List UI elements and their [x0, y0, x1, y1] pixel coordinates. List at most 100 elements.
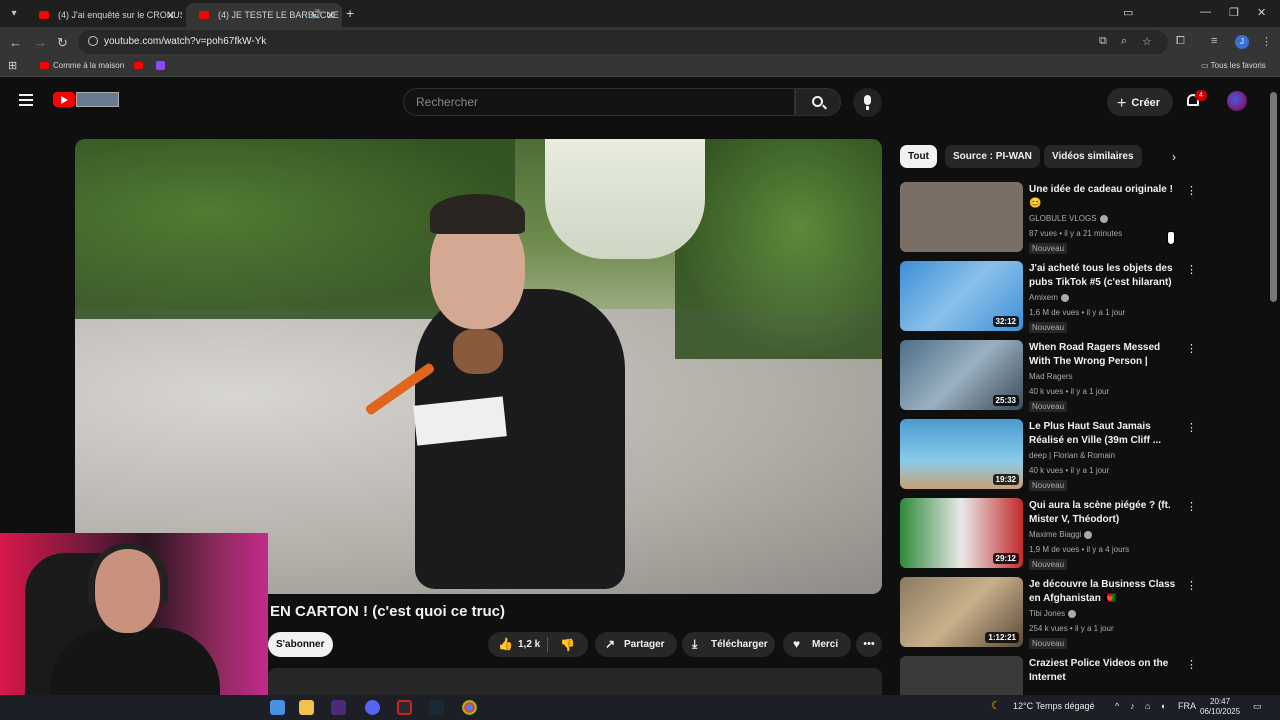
list-item[interactable]: Craziest Police Videos on the Internet ⋮ [900, 656, 1200, 695]
language-indicator[interactable]: FRA [1178, 701, 1196, 711]
list-item[interactable]: 1:12:21 Je découvre la Business Class en… [900, 577, 1200, 651]
zoom-icon[interactable]: ⌕ [1121, 35, 1127, 48]
share-button[interactable]: ↗ Partager [595, 632, 677, 657]
search-input[interactable]: Rechercher [403, 88, 795, 116]
address-bar[interactable]: youtube.com/watch?v=poh67fkW-Yk [78, 30, 1168, 54]
restore-icon[interactable]: ❐ [1229, 6, 1239, 19]
install-app-icon[interactable]: ⧉ [1099, 35, 1107, 48]
browser-tab-1[interactable]: (4) J'ai enquêté sur le CRONUS ✕ [26, 3, 182, 27]
avatar[interactable] [1227, 91, 1247, 111]
minimize-icon[interactable]: — [1200, 6, 1211, 18]
list-item[interactable]: 19:32 Le Plus Haut Saut Jamais Réalisé e… [900, 419, 1200, 493]
bookmark-item[interactable]: Comme à la maison [40, 61, 124, 70]
back-icon[interactable]: ← [9, 35, 22, 50]
close-tab-icon[interactable]: ✕ [166, 9, 176, 22]
clock[interactable]: 20:47 06/10/2025 [1200, 697, 1240, 717]
search-button[interactable] [795, 88, 841, 116]
chip-all[interactable]: Tout [900, 145, 937, 168]
weather-text[interactable]: 12°C Temps dégagé [1013, 701, 1095, 711]
chip-source[interactable]: Source : PI-WAN [945, 145, 1040, 168]
related-title[interactable]: Je découvre la Business Class en Afghani… [1029, 578, 1179, 606]
list-item[interactable]: 32:12 J'ai acheté tous les objets des pu… [900, 261, 1200, 335]
related-channel[interactable]: Amixem [1029, 293, 1069, 302]
forward-icon[interactable]: → [34, 35, 47, 50]
thanks-button[interactable]: ♥ Merci [783, 632, 851, 657]
reading-list-icon[interactable]: ≡ [1211, 35, 1217, 47]
tab-search-menu-icon[interactable]: ▾ [6, 6, 22, 22]
close-tab-icon[interactable]: ✕ [326, 9, 336, 22]
video-thumbnail[interactable]: 32:12 [900, 261, 1023, 331]
bookmark-star-icon[interactable]: ☆ [1142, 35, 1152, 48]
list-item[interactable]: 25:33 When Road Ragers Messed With The W… [900, 340, 1200, 414]
browser-menu-icon[interactable]: ⋮ [1261, 35, 1272, 48]
steam-icon[interactable] [429, 700, 444, 715]
related-title[interactable]: Craziest Police Videos on the Internet [1029, 657, 1179, 685]
task-view-icon[interactable] [270, 700, 285, 715]
related-title[interactable]: When Road Ragers Messed With The Wrong P… [1029, 341, 1179, 369]
related-channel[interactable]: deep | Florian & Romain [1029, 451, 1115, 460]
video-thumbnail[interactable]: 29:12 [900, 498, 1023, 568]
video-thumbnail[interactable] [900, 656, 1023, 695]
chip-similar[interactable]: Vidéos similaires [1044, 145, 1142, 168]
page-scrollbar[interactable] [1270, 92, 1277, 302]
related-title[interactable]: Le Plus Haut Saut Jamais Réalisé en Vill… [1029, 420, 1179, 448]
apps-grid-icon[interactable]: ⊞ [8, 59, 17, 72]
network-icon[interactable]: ⌂ [1145, 701, 1150, 711]
video-thumbnail[interactable]: 25:33 [900, 340, 1023, 410]
profile-avatar[interactable]: J [1235, 35, 1249, 49]
reload-icon[interactable]: ↻ [57, 35, 68, 51]
audio-playing-icon[interactable]: 🔊 [311, 9, 322, 20]
notification-center-icon[interactable]: ▭ [1253, 701, 1262, 712]
download-button[interactable]: ⤓ Télécharger [682, 632, 775, 657]
kebab-menu-icon[interactable]: ⋮ [1186, 342, 1197, 355]
related-channel[interactable]: Maxime Biaggi [1029, 530, 1093, 539]
channel-banner-logo[interactable] [76, 92, 119, 107]
description-box[interactable] [268, 668, 882, 695]
video-player[interactable] [75, 139, 882, 594]
system-tray-chevron-icon[interactable]: ^ [1115, 701, 1119, 711]
new-tab-icon[interactable]: + [346, 5, 354, 21]
microphone-icon[interactable]: ♪ [1130, 701, 1135, 711]
video-thumbnail[interactable]: 1:12:21 [900, 577, 1023, 647]
related-title[interactable]: Qui aura la scène piégée ? (ft. Mister V… [1029, 499, 1179, 527]
cast-icon[interactable]: ▭ [1123, 6, 1133, 19]
kebab-menu-icon[interactable]: ⋮ [1186, 421, 1197, 434]
discord-icon[interactable] [365, 700, 380, 715]
extensions-icon[interactable]: ⧠ [1176, 35, 1185, 48]
kebab-menu-icon[interactable]: ⋮ [1186, 500, 1197, 513]
kebab-menu-icon[interactable]: ⋮ [1186, 658, 1197, 671]
list-item[interactable]: 29:12 Qui aura la scène piégée ? (ft. Mi… [900, 498, 1200, 572]
all-bookmarks[interactable]: ▭ Tous les favoris [1201, 61, 1266, 70]
file-explorer-icon[interactable] [299, 700, 314, 715]
menu-icon[interactable] [19, 94, 33, 109]
more-actions-icon[interactable]: ••• [856, 632, 882, 657]
voice-search-button[interactable] [853, 88, 882, 117]
subscribe-button[interactable]: S'abonner [268, 632, 333, 657]
video-thumbnail[interactable] [900, 182, 1023, 252]
chrome-icon[interactable] [462, 700, 477, 715]
related-channel[interactable]: GLOBULE VLOGS [1029, 214, 1108, 223]
kebab-menu-icon[interactable]: ⋮ [1186, 579, 1197, 592]
like-icon[interactable]: 👍 [498, 637, 513, 651]
volume-icon[interactable]: ◖ [1160, 701, 1165, 711]
bookmark-youtube[interactable] [134, 61, 147, 70]
list-item[interactable]: Une idée de cadeau originale ! 😊 GLOBULE… [900, 182, 1200, 256]
next-app-icon[interactable] [331, 700, 346, 715]
youtube-logo[interactable] [53, 92, 75, 107]
site-info-icon[interactable] [88, 36, 98, 46]
related-title[interactable]: J'ai acheté tous les objets des pubs Tik… [1029, 262, 1179, 290]
create-button[interactable]: + Créer [1107, 88, 1173, 116]
browser-tab-2[interactable]: (4) JE TESTE LE BARBECUE C 🔊 ✕ [186, 3, 342, 27]
kebab-menu-icon[interactable]: ⋮ [1186, 263, 1197, 276]
bookmark-twitch[interactable] [156, 61, 165, 71]
video-thumbnail[interactable]: 19:32 [900, 419, 1023, 489]
related-channel[interactable]: Mad Ragers [1029, 372, 1073, 381]
url-text[interactable]: youtube.com/watch?v=poh67fkW-Yk [104, 36, 266, 47]
dislike-icon[interactable]: 👎 [560, 638, 575, 652]
obs-icon[interactable] [397, 700, 412, 715]
close-window-icon[interactable]: ✕ [1257, 6, 1266, 19]
kebab-menu-icon[interactable]: ⋮ [1186, 184, 1197, 197]
related-channel[interactable]: Tibi Jones [1029, 609, 1077, 618]
chevron-right-icon[interactable]: › [1172, 150, 1176, 164]
related-title[interactable]: Une idée de cadeau originale ! 😊 [1029, 183, 1179, 211]
